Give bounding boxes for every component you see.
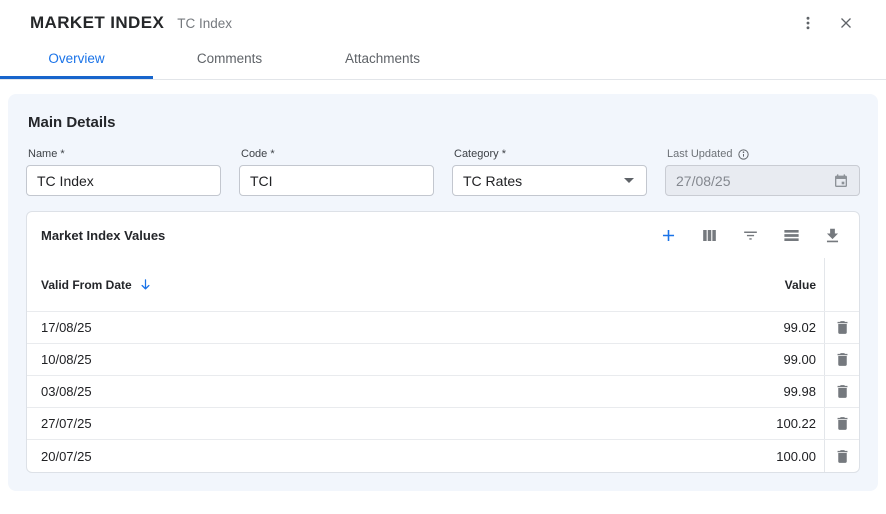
tab-bar: Overview Comments Attachments: [0, 42, 886, 80]
table-title: Market Index Values: [41, 228, 165, 243]
last-updated-value: 27/08/25: [676, 173, 731, 189]
column-header-actions: [824, 258, 859, 311]
table-toolbar-icons: [657, 224, 845, 246]
code-input[interactable]: [239, 165, 434, 196]
cell-actions: [824, 440, 859, 472]
category-label: Category *: [454, 147, 647, 161]
table-row[interactable]: 20/07/25 100.00: [27, 439, 859, 472]
delete-row-icon[interactable]: [834, 383, 851, 400]
valid-from-date-header-label: Valid From Date: [41, 278, 132, 292]
name-label: Name *: [28, 147, 221, 161]
table-header-row: Valid From Date Value: [27, 258, 859, 311]
title-bar: MARKET INDEX TC Index: [0, 0, 886, 42]
page-subtitle: TC Index: [177, 15, 232, 31]
table-row[interactable]: 03/08/25 99.98: [27, 375, 859, 407]
cell-actions: [824, 344, 859, 375]
info-icon[interactable]: [737, 148, 750, 161]
add-row-icon[interactable]: [657, 224, 679, 246]
cell-value: 100.00: [714, 449, 824, 464]
name-field-group: Name *: [26, 147, 221, 196]
code-field-group: Code *: [239, 147, 434, 196]
column-header-value[interactable]: Value: [714, 278, 824, 292]
last-updated-label-text: Last Updated: [667, 148, 732, 160]
table-row[interactable]: 27/07/25 100.22: [27, 407, 859, 439]
cell-value: 100.22: [714, 416, 824, 431]
table-body: 17/08/25 99.02 10/08/25 99.00 03/08/25 9…: [27, 311, 859, 472]
cell-actions: [824, 376, 859, 407]
download-icon[interactable]: [821, 224, 843, 246]
delete-row-icon[interactable]: [834, 448, 851, 465]
calendar-icon: [833, 173, 849, 189]
tab-overview[interactable]: Overview: [0, 42, 153, 79]
table-toolbar: Market Index Values: [27, 212, 859, 258]
category-selected-value: TC Rates: [463, 173, 522, 189]
category-field-group: Category * TC Rates: [452, 147, 647, 196]
filter-icon[interactable]: [739, 224, 761, 246]
tab-attachments[interactable]: Attachments: [306, 42, 459, 79]
cell-valid-from-date: 17/08/25: [27, 320, 714, 335]
row-density-icon[interactable]: [780, 224, 802, 246]
cell-value: 99.98: [714, 384, 824, 399]
dropdown-arrow-icon: [624, 178, 634, 183]
kebab-menu-icon[interactable]: [794, 9, 822, 37]
table-row[interactable]: 10/08/25 99.00: [27, 343, 859, 375]
category-select[interactable]: TC Rates: [452, 165, 647, 196]
cell-valid-from-date: 27/07/25: [27, 416, 714, 431]
delete-row-icon[interactable]: [834, 351, 851, 368]
code-label: Code *: [241, 147, 434, 161]
cell-value: 99.00: [714, 352, 824, 367]
name-input[interactable]: [26, 165, 221, 196]
cell-actions: [824, 312, 859, 343]
page-title: MARKET INDEX: [30, 13, 164, 33]
column-header-valid-from-date[interactable]: Valid From Date: [27, 277, 714, 292]
cell-valid-from-date: 03/08/25: [27, 384, 714, 399]
close-icon[interactable]: [832, 9, 860, 37]
cell-valid-from-date: 10/08/25: [27, 352, 714, 367]
main-details-card: Main Details Name * Code * Category * TC…: [8, 94, 878, 491]
tab-comments[interactable]: Comments: [153, 42, 306, 79]
last-updated-input: 27/08/25: [665, 165, 860, 196]
section-title: Main Details: [28, 114, 860, 131]
table-row[interactable]: 17/08/25 99.02: [27, 311, 859, 343]
last-updated-field-group: Last Updated 27/08/25: [665, 147, 860, 196]
manage-columns-icon[interactable]: [698, 224, 720, 246]
cell-actions: [824, 408, 859, 439]
last-updated-label: Last Updated: [667, 147, 860, 161]
form-fields-row: Name * Code * Category * TC Rates Last U…: [26, 147, 860, 196]
cell-value: 99.02: [714, 320, 824, 335]
cell-valid-from-date: 20/07/25: [27, 449, 714, 464]
market-index-values-panel: Market Index Values: [26, 211, 860, 473]
delete-row-icon[interactable]: [834, 415, 851, 432]
delete-row-icon[interactable]: [834, 319, 851, 336]
sort-descending-icon[interactable]: [138, 277, 153, 292]
